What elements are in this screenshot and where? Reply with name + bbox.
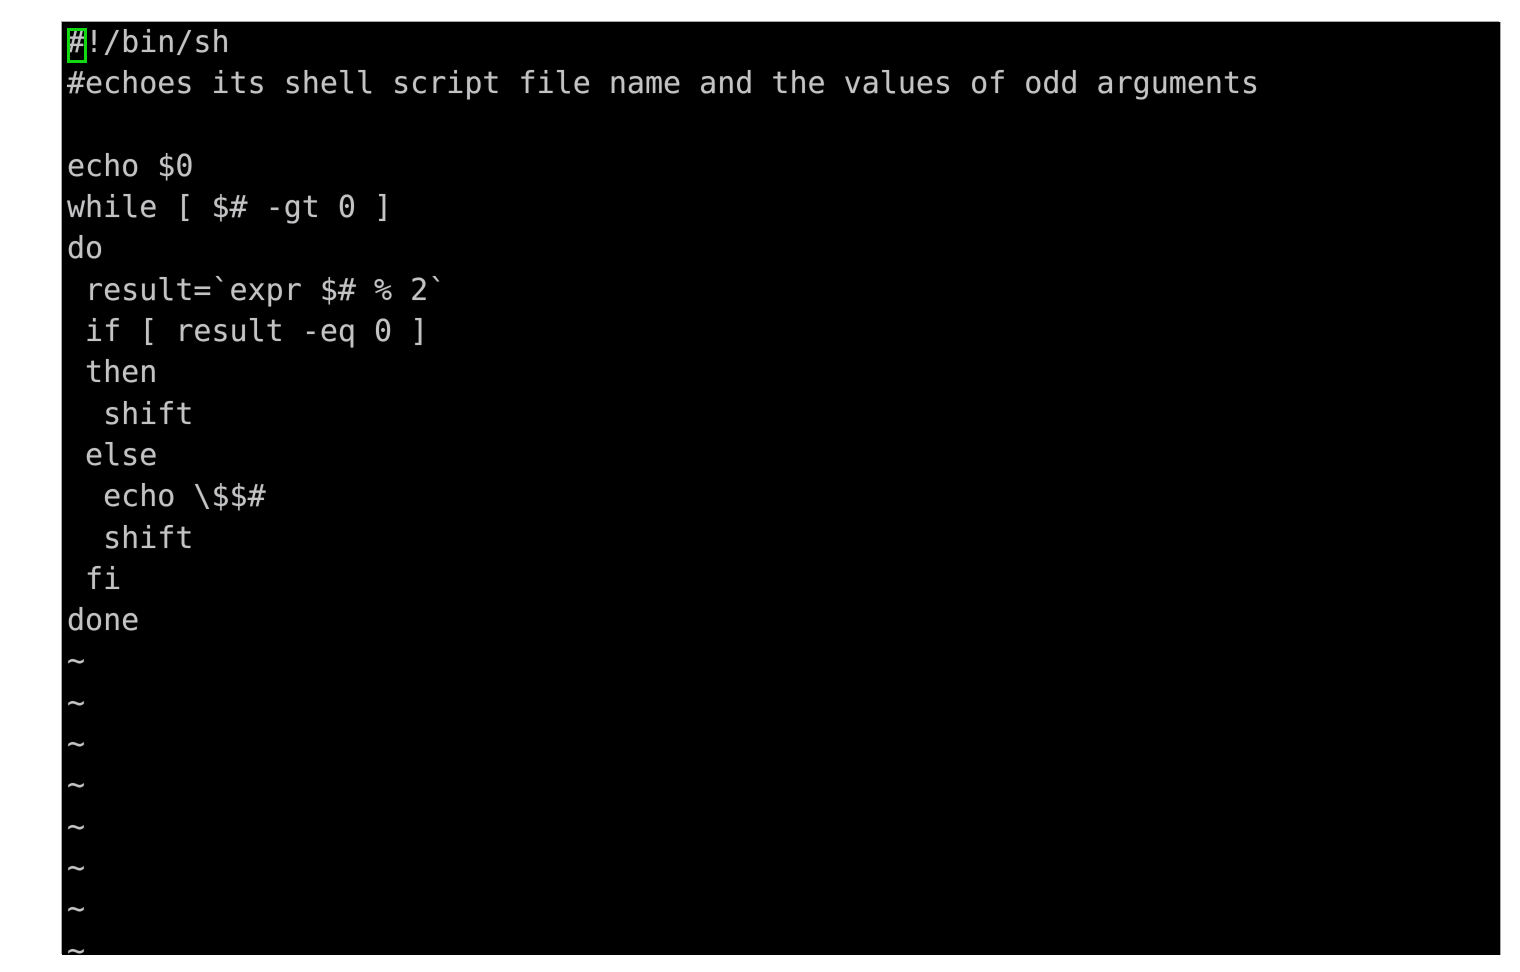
empty-line-marker: ~ — [67, 644, 86, 680]
vim-text-buffer[interactable]: #!/bin/sh #echoes its shell script file … — [67, 22, 1500, 955]
code-line[interactable]: else — [67, 435, 1500, 476]
code-line[interactable] — [67, 105, 1500, 146]
empty-line-marker: ~ — [67, 933, 86, 955]
code-line[interactable]: while [ $# -gt 0 ] — [67, 187, 1500, 228]
code-line[interactable]: shift — [67, 394, 1500, 435]
code-line[interactable]: if [ result -eq 0 ] — [67, 311, 1500, 352]
code-line[interactable]: #!/bin/sh — [67, 22, 1500, 63]
code-line[interactable]: echo \$$# — [67, 476, 1500, 517]
code-line[interactable]: then — [67, 352, 1500, 393]
empty-line-marker: ~ — [67, 809, 86, 845]
code-line[interactable]: shift — [67, 518, 1500, 559]
page-root: #!/bin/sh #echoes its shell script file … — [0, 0, 1520, 972]
code-line[interactable]: echo $0 — [67, 146, 1500, 187]
code-line[interactable]: do — [67, 228, 1500, 269]
empty-line-marker: ~ — [67, 850, 86, 886]
code-line[interactable]: result=`expr $# % 2` — [67, 270, 1500, 311]
empty-line-marker: ~ — [67, 727, 86, 763]
empty-line-marker: ~ — [67, 892, 86, 928]
empty-line-marker: ~ — [67, 685, 86, 721]
code-line[interactable]: done — [67, 600, 1500, 641]
terminal-window[interactable]: #!/bin/sh #echoes its shell script file … — [62, 22, 1500, 955]
code-line[interactable]: #echoes its shell script file name and t… — [67, 63, 1500, 104]
empty-line-marker: ~ — [67, 768, 86, 804]
code-line[interactable]: fi — [67, 559, 1500, 600]
